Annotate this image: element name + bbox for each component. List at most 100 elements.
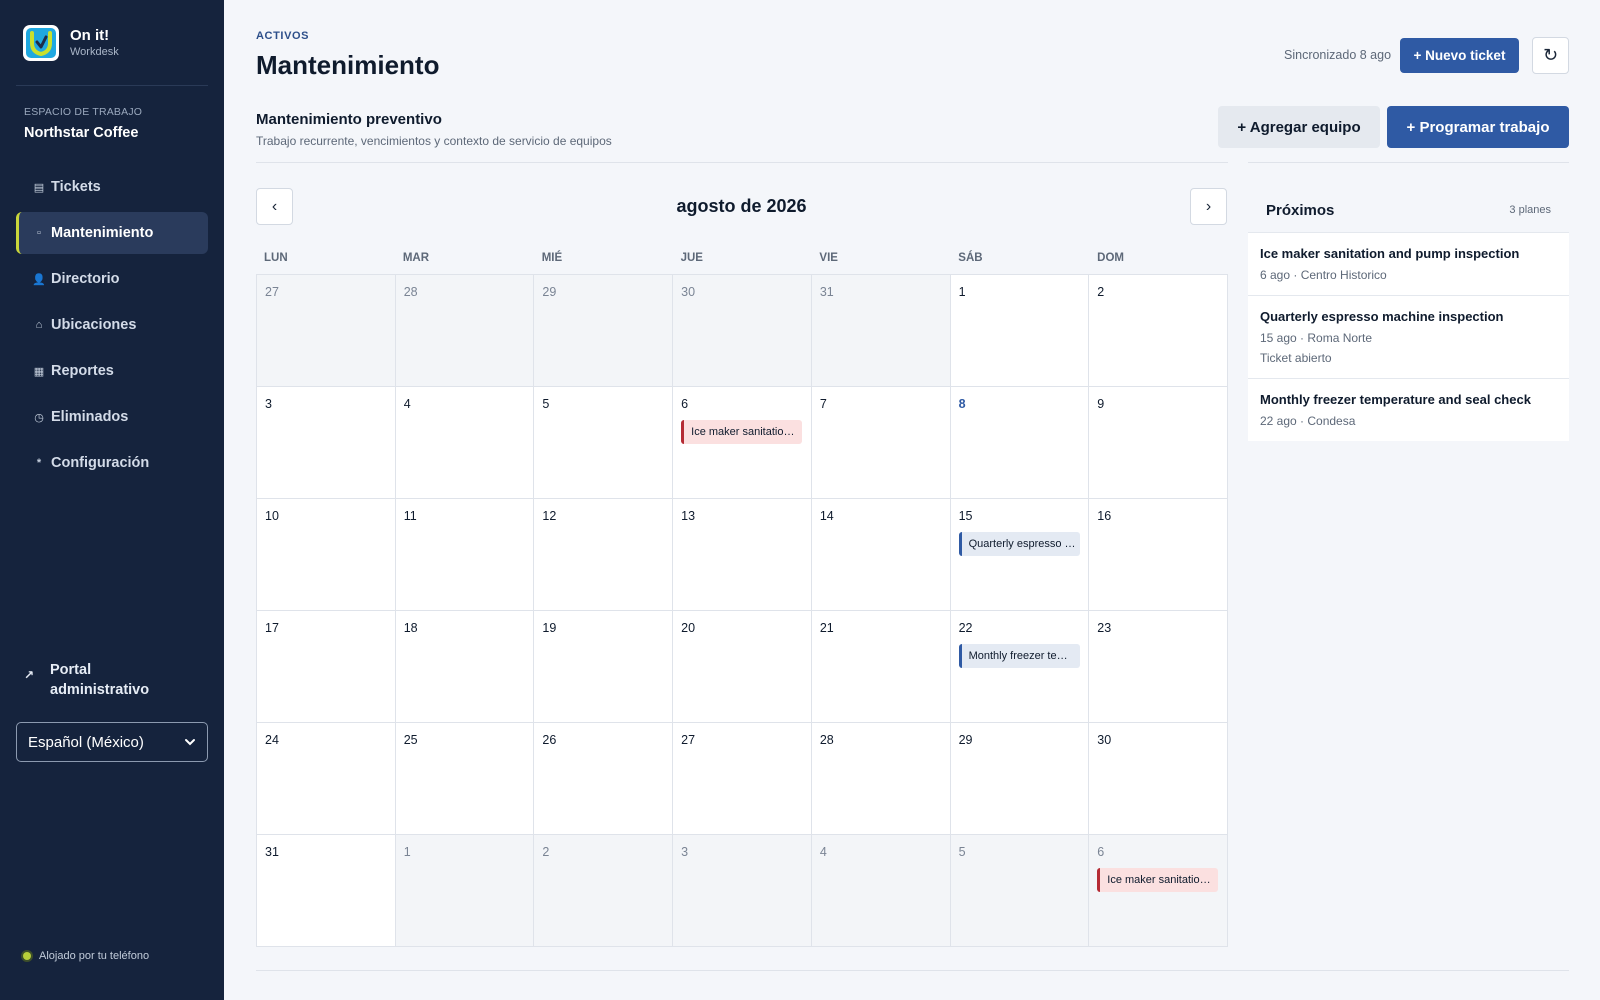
refresh-button[interactable]: ↻ [1532,37,1569,74]
sidebar-item-label: Tickets [51,179,101,195]
calendar-day-cell[interactable]: 19 [534,611,674,723]
calendar-day-cell[interactable]: 7 [811,387,951,499]
upcoming-item-title: Monthly freezer temperature and seal che… [1260,392,1531,407]
day-number: 26 [542,733,557,747]
maintenance-icon: ▫ [37,227,41,239]
calendar-day-cell[interactable]: 9 [1089,387,1228,499]
calendar-event[interactable]: Ice maker sanitation and pump inspection [681,420,803,444]
upcoming-item-meta: 15 ago · Roma Norte [1260,331,1373,345]
calendar-day-cell[interactable]: 4 [395,387,535,499]
day-number: 12 [542,509,557,523]
admin-portal-link[interactable]: ↗ Portal administrativo [24,660,204,700]
day-number: 31 [819,285,834,299]
calendar-day-cell[interactable]: 10 [257,499,396,611]
calendar-day-cell[interactable]: 18 [395,611,535,723]
calendar-day-cell[interactable]: 2 [534,835,674,947]
day-number: 13 [681,509,696,523]
section-subtitle: Trabajo recurrente, vencimientos y conte… [256,134,612,148]
upcoming-list: Ice maker sanitation and pump inspection… [1248,232,1569,441]
calendar-day-cell[interactable]: 1 [395,835,535,947]
upcoming-item[interactable]: Quarterly espresso machine inspection 15 … [1248,295,1569,378]
new-ticket-button[interactable]: + Nuevo ticket [1400,38,1519,73]
calendar-day-cell[interactable]: 11 [395,499,535,611]
calendar-day-cell[interactable]: 28 [811,723,951,835]
sidebar-item-directorio[interactable]: 👤 Directorio [16,258,208,300]
calendar-day-cell[interactable]: 27 [673,723,812,835]
upcoming-item-meta: 22 ago · Condesa [1260,414,1356,428]
calendar-day-cell[interactable]: 23 [1089,611,1228,723]
sidebar-item-mantenimiento[interactable]: ▫ Mantenimiento [16,212,208,254]
calendar-day-cell[interactable]: 27 [257,275,396,387]
day-number: 4 [819,845,827,859]
calendar-day-cell[interactable]: 6 Ice maker sanitation and pump inspectio… [1089,835,1228,947]
calendar-day-cell[interactable]: 31 [811,275,951,387]
page-title: Mantenimiento [256,50,440,80]
calendar-day-cell[interactable]: 2 [1089,275,1228,387]
day-number: 11 [403,509,417,523]
calendar-day-cell[interactable]: 4 [811,835,951,947]
add-equipment-button[interactable]: + Agregar equipo [1218,106,1380,148]
calendar-event-label: Monthly freezer temperature and seal che… [968,650,1080,662]
upcoming-item[interactable]: Monthly freezer temperature and seal che… [1248,378,1569,441]
calendar-month: agosto de 2026 [676,196,807,216]
day-of-week-label: MIÉ [541,252,563,264]
schedule-work-button[interactable]: + Programar trabajo [1387,106,1569,148]
sidebar-item-configuracion[interactable]: * Configuración [16,442,208,484]
calendar-day-cell[interactable]: 8 [950,387,1090,499]
next-month-button[interactable]: › [1190,188,1227,225]
settings-icon: * [36,457,42,469]
calendar-event[interactable]: Monthly freezer temperature and seal che… [958,644,1080,668]
language-select[interactable]: Español (México) [16,722,208,762]
divider [256,162,1228,163]
calendar-day-cell[interactable]: 30 [673,275,812,387]
sidebar-item-eliminados[interactable]: ◷ Eliminados [16,396,208,438]
sidebar-item-label: Directorio [51,271,120,287]
day-number: 5 [958,845,966,859]
calendar-event[interactable]: Ice maker sanitation and pump inspection [1097,868,1219,892]
brand[interactable]: On it! Workdesk [23,25,119,61]
calendar-day-cell[interactable]: 29 [950,723,1090,835]
sidebar-item-reportes[interactable]: ▦ Reportes [16,350,208,392]
sidebar-nav: ▤ Tickets ▫ Mantenimiento 👤 Directorio ⌂ Ubicac… [16,166,208,488]
calendar-day-cell[interactable]: 15 Quarterly espresso machine inspection [950,499,1090,611]
calendar-day-cell[interactable]: 29 [534,275,674,387]
calendar-day-cell[interactable]: 24 [257,723,396,835]
external-link-icon: ↗ [24,668,35,682]
calendar-event-label: Ice maker sanitation and pump inspection [691,426,802,438]
calendar-day-cell[interactable]: 26 [534,723,674,835]
day-number: 6 [681,397,689,411]
calendar-day-cell[interactable]: 3 [673,835,812,947]
calendar-day-cell[interactable]: 13 [673,499,812,611]
calendar-day-cell[interactable]: 20 [673,611,812,723]
calendar-day-cell[interactable]: 3 [257,387,396,499]
refresh-icon: ↻ [1542,45,1559,65]
calendar-day-cell[interactable]: 12 [534,499,674,611]
logo-icon [23,25,59,61]
calendar-day-cell[interactable]: 5 [534,387,674,499]
upcoming-item-status: Ticket abierto [1260,351,1332,365]
calendar-day-cell[interactable]: 22 Monthly freezer temperature and seal c… [950,611,1090,723]
prev-month-button[interactable]: ‹ [256,188,293,225]
sidebar-item-tickets[interactable]: ▤ Tickets [16,166,208,208]
upcoming-item[interactable]: Ice maker sanitation and pump inspection… [1248,232,1569,295]
calendar-event[interactable]: Quarterly espresso machine inspection [958,532,1080,556]
sidebar-item-ubicaciones[interactable]: ⌂ Ubicaciones [16,304,208,346]
calendar-day-cell[interactable]: 28 [395,275,535,387]
tickets-icon: ▤ [33,181,45,194]
calendar-day-cell[interactable]: 1 [950,275,1090,387]
calendar-day-cell[interactable]: 6 Ice maker sanitation and pump inspectio… [673,387,812,499]
day-number: 1 [958,285,966,299]
calendar-day-cell[interactable]: 30 [1089,723,1228,835]
calendar-day-cell[interactable]: 16 [1089,499,1228,611]
calendar-day-cell[interactable]: 25 [395,723,535,835]
calendar-day-cell[interactable]: 17 [257,611,396,723]
calendar-day-cell[interactable]: 21 [811,611,951,723]
day-number: 21 [819,621,834,635]
chevron-right-icon: › [1205,197,1212,215]
calendar-day-cell[interactable]: 14 [811,499,951,611]
calendar-day-cell[interactable]: 5 [950,835,1090,947]
divider [256,970,1569,971]
calendar-day-cell[interactable]: 31 [257,835,396,947]
sidebar-item-label: Eliminados [51,409,129,425]
day-number: 2 [1097,285,1105,299]
